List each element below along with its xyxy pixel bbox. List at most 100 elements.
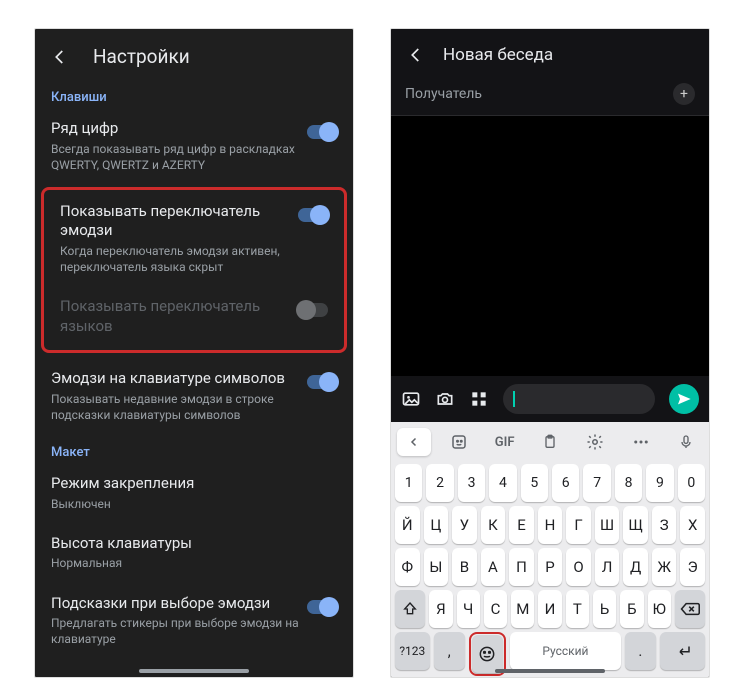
setting-sub: Нормальная: [51, 555, 329, 571]
section-keys-title: Клавиши: [35, 80, 353, 109]
settings-header: Настройки: [35, 29, 353, 80]
toggle-emoji-switch[interactable]: [298, 208, 328, 222]
recipient-placeholder: Получатель: [405, 86, 482, 102]
recipient-row[interactable]: Получатель +: [391, 77, 709, 116]
apps-icon[interactable]: [469, 389, 489, 409]
key-5[interactable]: 5: [521, 464, 548, 502]
key-Н[interactable]: Н: [538, 506, 563, 544]
gallery-icon[interactable]: [401, 389, 421, 409]
setting-sub: Всегда показывать ряд цифр в раскладках …: [51, 141, 299, 173]
setting-label: Показывать переключатель языков: [60, 297, 290, 336]
key-М[interactable]: М: [511, 590, 534, 628]
key-Ь[interactable]: Ь: [593, 590, 616, 628]
chat-body: [391, 116, 709, 376]
section-layout-title: Макет: [35, 435, 353, 464]
key-Э[interactable]: Э: [680, 548, 705, 586]
key-2[interactable]: 2: [426, 464, 453, 502]
key-Ю[interactable]: Ю: [648, 590, 671, 628]
key-И[interactable]: И: [538, 590, 561, 628]
setting-language-switch: Показывать переключатель языков: [44, 287, 344, 348]
back-icon[interactable]: [407, 46, 425, 64]
setting-sub: Показывать недавние эмодзи в строке подс…: [51, 391, 299, 423]
enter-key[interactable]: [660, 632, 705, 670]
setting-label: Подсказки при выборе эмодзи: [51, 594, 299, 614]
send-button[interactable]: [669, 384, 699, 414]
mic-icon[interactable]: [669, 428, 703, 456]
more-icon[interactable]: [624, 428, 658, 456]
emoji-key[interactable]: [472, 635, 503, 673]
toggle-number-row[interactable]: [307, 125, 337, 139]
symbols-key[interactable]: ?123: [395, 632, 430, 670]
key-Б[interactable]: Б: [620, 590, 643, 628]
android-nav-bar[interactable]: [495, 669, 605, 673]
toggle-emoji-on-symbols[interactable]: [307, 375, 337, 389]
comma-key[interactable]: ,: [434, 632, 465, 670]
sticker-icon[interactable]: [442, 428, 476, 456]
shift-key[interactable]: [395, 590, 425, 628]
key-6[interactable]: 6: [552, 464, 579, 502]
gif-button[interactable]: GIF: [488, 428, 522, 456]
key-Л[interactable]: Л: [595, 548, 620, 586]
setting-label: Высота клавиатуры: [51, 534, 329, 554]
chat-title: Новая беседа: [443, 45, 553, 65]
key-Д[interactable]: Д: [623, 548, 648, 586]
key-Е[interactable]: Е: [509, 506, 534, 544]
setting-keyboard-height[interactable]: Высота клавиатуры Нормальная: [35, 524, 353, 584]
message-input[interactable]: [503, 384, 655, 414]
keyboard-number-row: 1234567890: [391, 462, 709, 504]
key-Ы[interactable]: Ы: [424, 548, 449, 586]
toggle-language-switch: [298, 303, 328, 317]
key-А[interactable]: А: [481, 548, 506, 586]
key-К[interactable]: К: [481, 506, 506, 544]
key-Й[interactable]: Й: [395, 506, 420, 544]
setting-docking-mode[interactable]: Режим закрепления Выключен: [35, 464, 353, 524]
setting-emoji-hints[interactable]: Подсказки при выборе эмодзи Предлагать с…: [35, 584, 353, 660]
setting-label: Режим закрепления: [51, 474, 329, 494]
back-icon[interactable]: [51, 48, 69, 66]
key-4[interactable]: 4: [489, 464, 516, 502]
space-key[interactable]: Русский: [510, 632, 621, 670]
key-Щ[interactable]: Щ: [623, 506, 648, 544]
setting-sub: Когда переключатель эмодзи активен, пере…: [60, 243, 290, 275]
key-Ш[interactable]: Ш: [595, 506, 620, 544]
setting-label: Ряд цифр: [51, 119, 299, 139]
key-З[interactable]: З: [652, 506, 677, 544]
key-Я[interactable]: Я: [429, 590, 452, 628]
key-Ц[interactable]: Ц: [424, 506, 449, 544]
add-recipient-button[interactable]: +: [673, 83, 695, 105]
key-В[interactable]: В: [452, 548, 477, 586]
key-П[interactable]: П: [509, 548, 534, 586]
compose-bar: [391, 376, 709, 422]
key-9[interactable]: 9: [646, 464, 673, 502]
key-Ж[interactable]: Ж: [652, 548, 677, 586]
key-Т[interactable]: Т: [566, 590, 589, 628]
toggle-emoji-hints[interactable]: [307, 600, 337, 614]
key-Р[interactable]: Р: [538, 548, 563, 586]
camera-icon[interactable]: [435, 389, 455, 409]
key-8[interactable]: 8: [615, 464, 642, 502]
key-7[interactable]: 7: [583, 464, 610, 502]
key-Ч[interactable]: Ч: [457, 590, 480, 628]
android-nav-bar[interactable]: [139, 669, 249, 673]
setting-emoji-switch[interactable]: Показывать переключатель эмодзи Когда пе…: [44, 192, 344, 287]
keyboard-row-1: ЙЦУКЕНГШЩЗХ: [391, 504, 709, 546]
key-С[interactable]: С: [484, 590, 507, 628]
key-1[interactable]: 1: [395, 464, 422, 502]
setting-number-row[interactable]: Ряд цифр Всегда показывать ряд цифр в ра…: [35, 109, 353, 185]
key-Г[interactable]: Г: [566, 506, 591, 544]
key-У[interactable]: У: [452, 506, 477, 544]
period-key[interactable]: .: [625, 632, 656, 670]
keyboard-toolbar: GIF: [391, 422, 709, 462]
clipboard-icon[interactable]: [533, 428, 567, 456]
chevron-left-icon[interactable]: [397, 428, 431, 456]
keyboard: GIF 1234567890 ЙЦУКЕНГШЩЗХ ФЫВАПРОЛДЖЭ Я…: [391, 422, 709, 678]
key-Х[interactable]: Х: [680, 506, 705, 544]
key-3[interactable]: 3: [458, 464, 485, 502]
key-0[interactable]: 0: [678, 464, 705, 502]
backspace-key[interactable]: [675, 590, 705, 628]
key-Ф[interactable]: Ф: [395, 548, 420, 586]
setting-emoji-on-symbols[interactable]: Эмодзи на клавиатуре символов Показывать…: [35, 359, 353, 435]
key-О[interactable]: О: [566, 548, 591, 586]
settings-screen: Настройки Клавиши Ряд цифр Всегда показы…: [34, 28, 354, 678]
settings-icon[interactable]: [578, 428, 612, 456]
